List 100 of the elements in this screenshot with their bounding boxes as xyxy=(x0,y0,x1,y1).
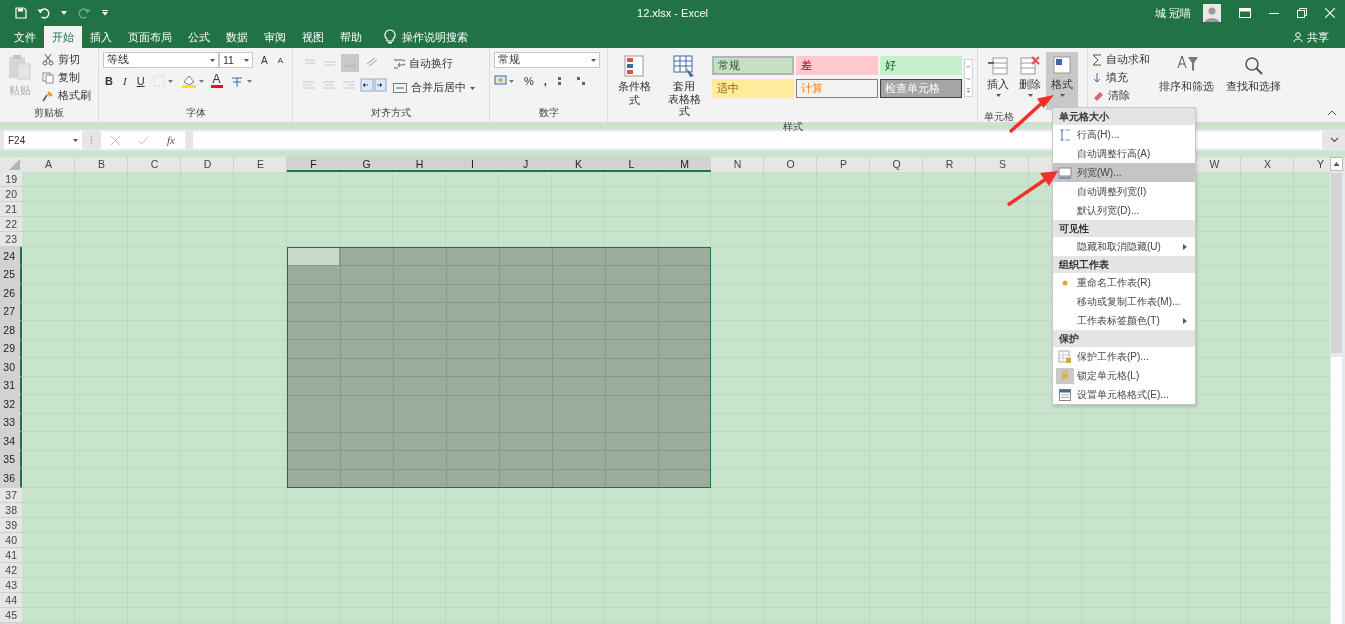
row-header[interactable]: 23 xyxy=(0,232,22,247)
percent-button[interactable]: % xyxy=(522,75,536,87)
cell-style-option[interactable]: 好 xyxy=(880,56,963,75)
column-header[interactable]: G xyxy=(340,157,393,172)
ribbon-display-icon[interactable] xyxy=(1239,8,1251,18)
row-header[interactable]: 24 xyxy=(0,247,22,266)
menu-item[interactable]: 保护工作表(P)... xyxy=(1053,347,1195,366)
row-header[interactable]: 22 xyxy=(0,217,22,232)
row-header[interactable]: 21 xyxy=(0,202,22,217)
close-icon[interactable] xyxy=(1325,8,1335,18)
clipboard-button[interactable]: 复制 xyxy=(42,70,91,86)
grow-font-button[interactable]: A xyxy=(259,54,270,66)
sort-filter-button[interactable]: 排序和筛选 xyxy=(1156,52,1217,96)
column-header[interactable]: L xyxy=(605,157,658,172)
column-header[interactable]: I xyxy=(446,157,499,172)
font-color-button[interactable]: A xyxy=(210,74,223,88)
row-header[interactable]: 30 xyxy=(0,358,22,377)
row-header[interactable]: 32 xyxy=(0,395,22,414)
dropdown-caret-icon[interactable] xyxy=(73,138,78,142)
ribbon-tab[interactable]: 数据 xyxy=(218,26,256,48)
number-format-field[interactable]: 常规 xyxy=(494,52,600,68)
cells-button[interactable]: 插入 xyxy=(982,52,1014,110)
dropdown-caret-icon[interactable] xyxy=(244,58,249,62)
column-header[interactable]: K xyxy=(552,157,605,172)
ribbon-tab[interactable]: 文件 xyxy=(6,26,44,48)
row-header[interactable]: 34 xyxy=(0,432,22,451)
customize-caret-icon[interactable] xyxy=(101,10,109,16)
lightbulb-icon[interactable] xyxy=(384,29,396,45)
merge-center-button[interactable]: 合并后居中 xyxy=(393,80,475,96)
clipboard-button[interactable]: 格式刷 xyxy=(42,88,91,104)
font-size-field[interactable]: 11 xyxy=(219,52,253,68)
wrap-text-button[interactable]: 自动换行 xyxy=(393,56,475,72)
dropdown-caret-icon[interactable] xyxy=(210,58,215,62)
menu-item[interactable]: 行高(H)... xyxy=(1053,125,1195,144)
font-style-button[interactable]: U xyxy=(134,75,147,87)
conditional-format-button[interactable]: 条件格式 xyxy=(612,52,657,110)
shrink-font-button[interactable]: A xyxy=(275,55,285,65)
ribbon-tab[interactable]: 帮助 xyxy=(332,26,370,48)
column-header[interactable]: J xyxy=(499,157,552,172)
column-header[interactable]: F xyxy=(287,157,340,172)
menu-item[interactable]: 移动或复制工作表(M)... xyxy=(1053,292,1195,311)
menu-item[interactable]: 设置单元格格式(E)... xyxy=(1053,385,1195,404)
row-header[interactable]: 19 xyxy=(0,172,22,187)
save-icon[interactable] xyxy=(15,7,27,19)
column-header[interactable]: E xyxy=(234,157,287,172)
ribbon-tab[interactable]: 审阅 xyxy=(256,26,294,48)
row-header[interactable]: 26 xyxy=(0,284,22,303)
row-header[interactable]: 28 xyxy=(0,321,22,340)
expand-icon[interactable] xyxy=(1330,137,1339,143)
menu-item[interactable]: 自动调整列宽(I) xyxy=(1053,182,1195,201)
column-header[interactable]: Y xyxy=(1294,157,1330,172)
comma-button[interactable]: , xyxy=(541,75,549,87)
ribbon-tab[interactable]: 公式 xyxy=(180,26,218,48)
column-header[interactable]: R xyxy=(923,157,976,172)
column-header[interactable]: D xyxy=(181,157,234,172)
find-select-button[interactable]: 查找和选择 xyxy=(1223,52,1284,96)
undo-icon[interactable] xyxy=(37,7,51,19)
vertical-scrollbar[interactable] xyxy=(1330,157,1345,624)
font-name-field[interactable]: 等线 xyxy=(103,52,219,68)
cells-button[interactable]: 格式 xyxy=(1046,52,1078,110)
column-header[interactable]: A xyxy=(22,157,75,172)
tell-me-search[interactable]: 操作说明搜索 xyxy=(402,29,468,45)
menu-item[interactable]: 列宽(W)... xyxy=(1053,163,1195,182)
menu-item[interactable]: 工作表标签颜色(T) xyxy=(1053,311,1195,330)
restore-icon[interactable] xyxy=(1297,8,1307,18)
dropdown-caret-icon[interactable] xyxy=(470,86,475,90)
menu-item[interactable]: 隐藏和取消隐藏(U) xyxy=(1053,237,1195,256)
menu-item[interactable]: 锁定单元格(L) xyxy=(1053,366,1195,385)
collapse-ribbon-icon[interactable] xyxy=(1327,110,1337,116)
editing-button[interactable]: 清除 xyxy=(1092,88,1150,104)
fill-color-icon[interactable] xyxy=(180,74,205,88)
active-cell[interactable] xyxy=(288,248,340,266)
dropdown-caret-icon[interactable] xyxy=(591,58,596,62)
menu-item[interactable]: 默认列宽(D)... xyxy=(1053,201,1195,220)
column-header[interactable]: H xyxy=(393,157,446,172)
ribbon-tab[interactable]: 插入 xyxy=(82,26,120,48)
column-header[interactable]: C xyxy=(128,157,181,172)
editing-button[interactable]: 填充 xyxy=(1092,70,1150,86)
clipboard-button[interactable]: 剪切 xyxy=(42,52,91,68)
column-header[interactable]: S xyxy=(976,157,1029,172)
column-header[interactable]: X xyxy=(1241,157,1294,172)
dropdown-caret-icon[interactable] xyxy=(61,11,67,15)
editing-button[interactable]: 自动求和 xyxy=(1092,52,1150,68)
menu-item[interactable]: 重命名工作表(R) xyxy=(1053,273,1195,292)
column-header[interactable]: P xyxy=(817,157,870,172)
ribbon-tab[interactable]: 视图 xyxy=(294,26,332,48)
format-as-table-button[interactable]: 套用 表格格式 xyxy=(662,52,707,120)
font-style-button[interactable]: I xyxy=(120,75,129,87)
cell-style-option[interactable]: 常规 xyxy=(712,56,795,75)
insert-function-button[interactable]: fx xyxy=(167,134,175,146)
cell-style-option[interactable]: 适中 xyxy=(712,79,795,98)
name-box[interactable]: F24 xyxy=(4,131,82,149)
cells-button[interactable]: 删除 xyxy=(1014,52,1046,110)
column-header[interactable]: M xyxy=(658,157,711,172)
person-icon[interactable] xyxy=(1293,32,1303,42)
font-style-button[interactable]: B xyxy=(103,75,115,87)
currency-icon[interactable] xyxy=(494,74,516,88)
cell-style-option[interactable]: 差 xyxy=(796,56,879,75)
column-header[interactable]: Q xyxy=(870,157,923,172)
ribbon-tab[interactable]: 页面布局 xyxy=(120,26,180,48)
